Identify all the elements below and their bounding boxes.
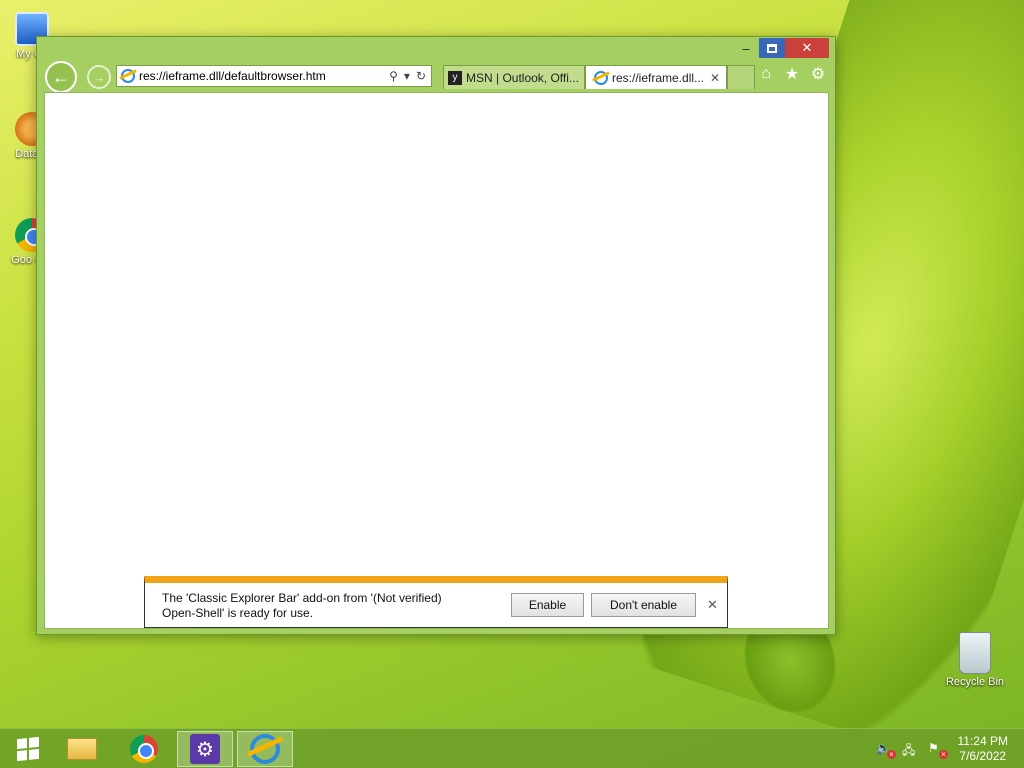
notification-message: The 'Classic Explorer Bar' add-on from '… (162, 591, 462, 621)
home-icon[interactable]: ⌂ (757, 65, 775, 83)
notification-message-line1: The 'Classic Explorer Bar' add-on from '… (162, 591, 442, 605)
address-tools: ⚲ ▾ ↻ (389, 69, 431, 83)
tab-label: res://ieframe.dll... (612, 70, 705, 85)
favorites-icon[interactable]: ★ (783, 65, 801, 83)
refresh-icon[interactable]: ↻ (416, 69, 426, 83)
window-controls: ‒ ✕ (733, 38, 829, 58)
notification-message-line2: Open-Shell' is ready for use. (162, 606, 314, 620)
arrow-left-icon: ← (52, 66, 70, 87)
tab-strip: y MSN | Outlook, Offi... res://ieframe.d… (443, 65, 755, 89)
new-tab-button[interactable] (727, 65, 755, 89)
taskbar-settings[interactable]: ⚙ (177, 731, 233, 767)
start-button[interactable] (0, 731, 56, 767)
command-icons: ⌂ ★ ⚙ (757, 65, 827, 83)
tab-ieframe[interactable]: res://ieframe.dll... ✕ (585, 65, 727, 89)
network-icon[interactable]: 🖧 (902, 741, 918, 757)
desktop-icon-recycle-bin[interactable]: Recycle Bin (940, 632, 1010, 688)
folder-icon (67, 738, 97, 760)
ie-icon (250, 734, 280, 764)
taskbar-chrome[interactable] (116, 731, 172, 767)
volume-muted-icon[interactable]: 🔈 × (876, 741, 896, 759)
action-center-flag-icon[interactable]: ⚑ × (928, 741, 948, 759)
desktop-icon-label: Recycle Bin (945, 676, 1005, 688)
windows-logo-icon (17, 736, 39, 762)
back-button[interactable]: ← (45, 61, 77, 93)
forward-button[interactable]: → (87, 65, 111, 89)
maximize-button[interactable] (759, 38, 785, 58)
tab-label: MSN | Outlook, Offi... (466, 70, 579, 85)
minimize-button[interactable]: ‒ (733, 38, 759, 58)
maximize-icon (767, 43, 777, 53)
ie-window: ‒ ✕ ← → res://ieframe.dll/defaultbrowser… (36, 36, 836, 635)
close-icon[interactable]: ✕ (707, 597, 718, 613)
url-text[interactable]: res://ieframe.dll/defaultbrowser.htm (139, 69, 389, 83)
gear-icon[interactable]: ⚙ (809, 65, 827, 83)
close-button[interactable]: ✕ (785, 38, 829, 58)
taskbar-file-explorer[interactable] (54, 731, 110, 767)
chrome-icon (130, 735, 158, 763)
clock[interactable]: 11:24 PM 7/6/2022 (958, 734, 1008, 764)
enable-button[interactable]: Enable (511, 593, 584, 617)
tab-msn[interactable]: y MSN | Outlook, Offi... (443, 65, 585, 89)
search-icon[interactable]: ⚲ (389, 69, 398, 83)
page-content (44, 92, 829, 629)
clock-date: 7/6/2022 (959, 749, 1007, 763)
clock-time: 11:24 PM (957, 734, 1008, 748)
tab-close-icon[interactable]: ✕ (708, 71, 722, 85)
arrow-right-icon: → (92, 69, 106, 85)
ie-icon (594, 70, 608, 85)
ie-icon (121, 69, 135, 83)
navigation-bar: ← → res://ieframe.dll/defaultbrowser.htm… (45, 61, 829, 93)
address-bar[interactable]: res://ieframe.dll/defaultbrowser.htm ⚲ ▾… (116, 65, 432, 87)
dropdown-icon[interactable]: ▾ (404, 69, 410, 83)
taskbar: ⚙ 🔈 × 🖧 ⚑ × 11:24 PM 7/6/2022 (0, 728, 1024, 768)
addon-notification-bar: The 'Classic Explorer Bar' add-on from '… (144, 576, 728, 628)
recycle-bin-icon (959, 632, 991, 674)
dont-enable-button[interactable]: Don't enable (591, 593, 696, 617)
taskbar-internet-explorer[interactable] (237, 731, 293, 767)
system-tray: 🔈 × 🖧 ⚑ × (876, 741, 948, 759)
msn-icon: y (448, 70, 462, 85)
gear-icon: ⚙ (190, 734, 220, 764)
